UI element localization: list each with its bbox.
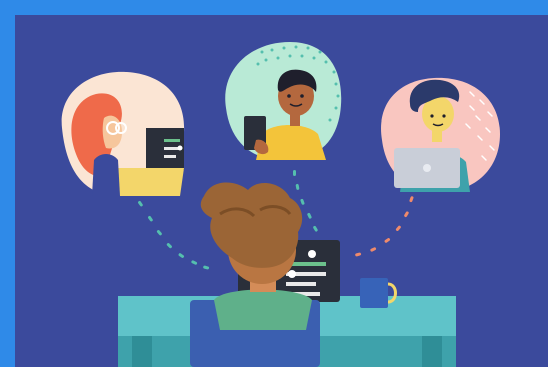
participant-bubble-left [61,71,185,196]
remote-collaboration-illustration [61,42,500,367]
participant-bubble-center [225,42,342,160]
outer-frame [0,0,548,367]
connection-dots-right [355,196,414,257]
participant-bubble-right [381,77,500,192]
connection-dots-left [138,200,210,270]
illustration-panel [15,15,548,367]
